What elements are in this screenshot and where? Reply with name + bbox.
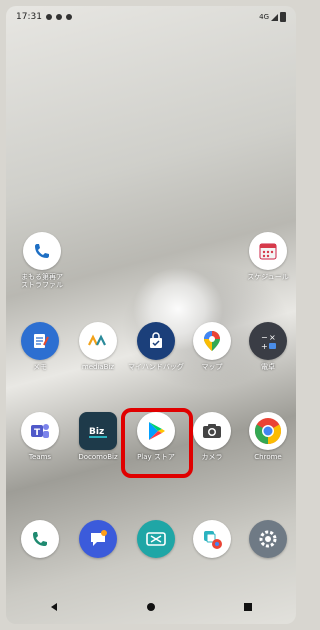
memo-icon — [21, 322, 59, 360]
recents-icon — [243, 603, 252, 611]
calculator-icon: − × + — [249, 322, 287, 360]
status-left: 17:31 — [16, 12, 72, 22]
svg-text:+: + — [261, 342, 268, 351]
app-label: マップ — [201, 363, 223, 371]
dock-folder[interactable] — [182, 520, 242, 558]
status-time: 17:31 — [16, 12, 42, 22]
window-icon — [137, 520, 175, 558]
svg-text:×: × — [269, 333, 276, 342]
network-type: 4G — [259, 13, 269, 21]
app-teams[interactable]: T Teams — [10, 412, 70, 461]
notification-icon — [45, 14, 52, 20]
app-label: Teams — [28, 453, 52, 461]
home-button[interactable] — [131, 590, 171, 624]
highlight-frame — [121, 408, 193, 478]
map-pin-icon — [193, 322, 231, 360]
app-schedule[interactable]: スケジュール — [238, 232, 296, 281]
app-chrome[interactable]: Chrome — [238, 412, 296, 461]
phone-icon — [21, 520, 59, 558]
camera-icon — [193, 412, 231, 450]
app-label: DocomoBiz — [78, 453, 118, 461]
app-maps[interactable]: マップ — [182, 322, 242, 371]
battery-icon — [280, 12, 286, 22]
status-bar: 17:31 4G — [6, 6, 296, 28]
notification-icon-3 — [65, 14, 72, 20]
home-screen: 17:31 4G まもる第再ア ストラファル スケジュール メモ mediaBi… — [6, 6, 296, 624]
mediabiz-icon — [79, 322, 117, 360]
notification-icon-2 — [55, 14, 62, 20]
dock-settings[interactable] — [238, 520, 296, 558]
svg-text:−: − — [261, 333, 268, 342]
home-icon — [146, 603, 155, 611]
dock-phone[interactable] — [10, 520, 70, 558]
app-label: マイハンドバッグ — [128, 363, 184, 371]
chrome-icon — [249, 412, 287, 450]
app-mediabiz[interactable]: mediaBiz — [68, 322, 128, 371]
app-label: mediaBiz — [81, 363, 115, 371]
status-right: 4G — [259, 12, 286, 22]
shopping-bag-icon — [137, 322, 175, 360]
app-calculator[interactable]: − × + 電卓 — [238, 322, 296, 371]
back-icon — [51, 603, 58, 611]
phone-shield-icon — [23, 232, 61, 270]
app-label: 電卓 — [261, 363, 275, 371]
app-label: スケジュール — [247, 273, 289, 281]
app-label: まもる第再ア ストラファル — [21, 273, 63, 289]
back-button[interactable] — [34, 590, 74, 624]
navigation-bar — [6, 590, 296, 624]
app-label: メモ — [33, 363, 47, 371]
teams-icon: T — [21, 412, 59, 450]
dock-app-center[interactable] — [126, 520, 186, 558]
recents-button[interactable] — [228, 590, 268, 624]
app-safety-contact[interactable]: まもる第再ア ストラファル — [12, 232, 72, 289]
svg-text:T: T — [34, 428, 41, 438]
svg-text:Biz: Biz — [89, 427, 104, 437]
app-label: Chrome — [254, 453, 282, 461]
signal-icon — [271, 13, 278, 21]
dock-messages[interactable] — [68, 520, 128, 558]
app-memo[interactable]: メモ — [10, 322, 70, 371]
message-icon — [79, 520, 117, 558]
folder-icon — [193, 520, 231, 558]
app-myhandbag[interactable]: マイハンドバッグ — [126, 322, 186, 371]
calendar-icon — [249, 232, 287, 270]
settings-gear-icon — [249, 520, 287, 558]
biz-icon: Biz — [79, 412, 117, 450]
app-docomobiz[interactable]: Biz DocomoBiz — [68, 412, 128, 461]
